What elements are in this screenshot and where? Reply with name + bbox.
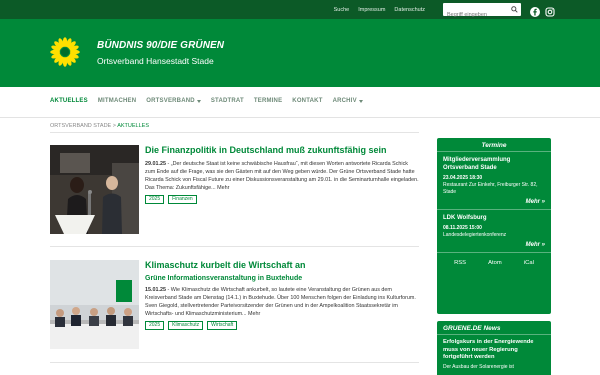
event-location: Restaurant Zur Einkehr, Freiburger Str. …	[443, 182, 538, 195]
chevron-down-icon	[196, 99, 201, 103]
atom-link[interactable]: Atom	[488, 260, 502, 266]
social-links	[530, 4, 555, 17]
event-more-link[interactable]: Mehr »	[437, 242, 551, 248]
termine-box: Termine Mitgliederversammlung Ortsverban…	[437, 138, 551, 314]
divider	[50, 246, 419, 247]
party-name: BÜNDNIS 90/DIE GRÜNEN	[97, 40, 225, 51]
event-title[interactable]: LDK Wolfsburg	[443, 214, 545, 222]
nav-item-aktuelles[interactable]: AKTUELLES	[50, 98, 88, 104]
article-image[interactable]	[50, 260, 139, 349]
news-box-title: GRUENE.DE News	[437, 321, 551, 335]
article-text: - „Der deutsche Staat ist keine schwäbis…	[145, 161, 419, 191]
nav-label: STADTRAT	[210, 98, 244, 104]
nav-label: ORTSVERBAND	[146, 98, 195, 104]
article-body: Klimaschutz kurbelt die Wirtschaft an Gr…	[145, 260, 419, 330]
article-teaser: 29.01.25 - „Der deutsche Staat ist keine…	[145, 160, 419, 192]
tag[interactable]: Finanzen	[168, 195, 197, 204]
event-location: Landesdelegiertenkonferenz	[443, 232, 507, 238]
tag[interactable]: 2025	[145, 195, 165, 204]
search-link[interactable]: Suche	[334, 7, 350, 13]
article-tags: 2025 Finanzen	[145, 195, 419, 204]
article-image[interactable]	[50, 145, 139, 234]
tag[interactable]: 2025	[145, 321, 165, 330]
search-icon[interactable]	[511, 6, 518, 13]
article-title[interactable]: Klimaschutz kurbelt die Wirtschaft an	[145, 260, 419, 271]
brand[interactable]: BÜNDNIS 90/DIE GRÜNEN Ortsverband Hanses…	[97, 40, 224, 66]
divider	[50, 362, 419, 363]
news-teaser: Der Ausbau der Solarenergie ist	[443, 363, 514, 370]
event-date: 08.11.2025 15:00	[443, 225, 482, 231]
sunflower-logo-icon[interactable]	[50, 37, 80, 67]
rss-link[interactable]: RSS	[454, 260, 466, 266]
nav-item-mitmachen[interactable]: MITMACHEN	[98, 98, 136, 104]
nav-item-ortsverband[interactable]: ORTSVERBAND	[146, 98, 201, 104]
ical-link[interactable]: iCal	[524, 260, 534, 266]
utility-links: Suche Impressum Datenschutz	[334, 0, 425, 19]
news-headline[interactable]: Erfolgskurs in der Energiewende muss von…	[437, 335, 551, 362]
main-navigation: AKTUELLES MITMACHEN ORTSVERBAND STADTRAT…	[0, 87, 600, 118]
breadcrumb-separator: >	[112, 123, 116, 129]
datenschutz-link[interactable]: Datenschutz	[394, 7, 425, 13]
breadcrumb: ORTSVERBAND STADE > AKTUELLES	[50, 123, 149, 129]
nav-item-archiv[interactable]: ARCHIV	[333, 98, 363, 104]
article-item: Die Finanzpolitik in Deutschland muß zuk…	[50, 145, 419, 235]
termine-title: Termine	[437, 138, 551, 152]
article-teaser: 15.01.25 - Wie Klimaschutz die Wirtschaf…	[145, 286, 419, 318]
nav-label: KONTAKT	[292, 98, 323, 104]
tag[interactable]: Klimaschutz	[168, 321, 204, 330]
search-box	[443, 3, 521, 22]
article-date: 29.01.25	[145, 161, 166, 167]
event-item: Mitgliederversammlung Ortsverband Stade …	[437, 152, 551, 196]
article-body: Die Finanzpolitik in Deutschland muß zuk…	[145, 145, 419, 204]
event-title[interactable]: Mitgliederversammlung Ortsverband Stade	[443, 156, 545, 172]
nav-label: MITMACHEN	[97, 98, 137, 104]
instagram-icon[interactable]	[545, 4, 555, 17]
nav-label: TERMINE	[253, 98, 283, 104]
breadcrumb-root[interactable]: ORTSVERBAND STADE	[50, 123, 111, 129]
chevron-down-icon	[358, 99, 363, 103]
breadcrumb-current: AKTUELLES	[117, 123, 150, 129]
local-chapter-name: Ortsverband Hansestadt Stade	[97, 56, 214, 66]
article-title[interactable]: Die Finanzpolitik in Deutschland muß zuk…	[145, 145, 419, 156]
site-header: BÜNDNIS 90/DIE GRÜNEN Ortsverband Hanses…	[0, 19, 600, 87]
top-utility-bar: Suche Impressum Datenschutz	[0, 0, 600, 22]
gruene-news-box: GRUENE.DE News Erfolgskurs in der Energi…	[437, 321, 551, 375]
event-item: LDK Wolfsburg 08.11.2025 15:00 Landesdel…	[437, 210, 551, 239]
article-item: Klimaschutz kurbelt die Wirtschaft an Gr…	[50, 260, 419, 350]
tag[interactable]: Wirtschaft	[207, 321, 238, 330]
divider	[50, 132, 419, 133]
article-subtitle: Grüne Informationsveranstaltung in Buxte…	[145, 275, 303, 282]
impressum-link[interactable]: Impressum	[358, 7, 385, 13]
nav-item-kontakt[interactable]: KONTAKT	[292, 98, 322, 104]
nav-item-stadtrat[interactable]: STADTRAT	[211, 98, 244, 104]
nav-label: ARCHIV	[332, 98, 357, 104]
article-date: 15.01.25	[145, 287, 166, 293]
event-more-link[interactable]: Mehr »	[437, 199, 551, 205]
facebook-icon[interactable]	[530, 4, 540, 17]
event-date: 23.04.2025 18:30	[443, 175, 483, 181]
article-text: - Wie Klimaschutz die Wirtschaft ankurbe…	[145, 287, 416, 317]
article-tags: 2025 Klimaschutz Wirtschaft	[145, 321, 419, 330]
feed-links: RSS Atom iCal	[437, 253, 551, 266]
nav-item-termine[interactable]: TERMINE	[254, 98, 282, 104]
nav-label: AKTUELLES	[50, 98, 88, 104]
